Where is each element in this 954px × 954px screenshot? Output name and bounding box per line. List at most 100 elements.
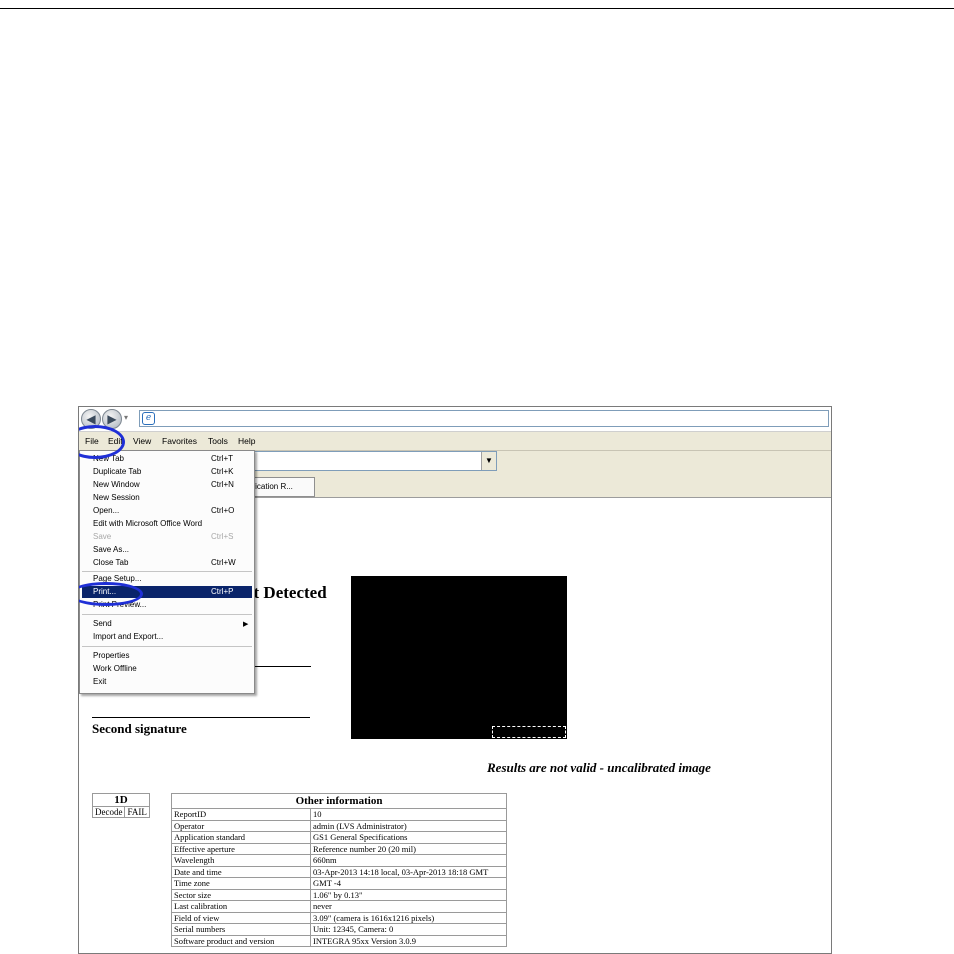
row-key: Software product and version <box>171 934 311 947</box>
barcode-image <box>351 576 567 739</box>
menu-item-close-tab[interactable]: Close Tab Ctrl+W <box>93 558 236 567</box>
decode-label: Decode <box>91 806 126 818</box>
table-row: Effective aperture Reference number 20 (2… <box>171 842 507 855</box>
table-1d: 1D Decode FAIL <box>91 793 150 818</box>
menu-item-open[interactable]: Open... Ctrl+O <box>93 506 234 515</box>
row-key: Field of view <box>171 911 311 924</box>
menu-item-duplicate-tab[interactable]: Duplicate Tab Ctrl+K <box>93 467 233 476</box>
back-arrow-icon: ◀ <box>86 412 96 426</box>
menu-item-properties[interactable]: Properties <box>93 651 129 660</box>
row-value: GMT -4 <box>310 877 507 890</box>
menu-separator <box>82 571 252 572</box>
menu-help[interactable]: Help <box>238 436 255 446</box>
menu-item-save-as[interactable]: Save As... <box>93 545 129 554</box>
row-key: Effective aperture <box>171 842 311 855</box>
table-1d-header: 1D <box>92 793 150 807</box>
row-value: INTEGRA 95xx Version 3.0.9 <box>310 934 507 947</box>
table-row: Operator admin (LVS Administrator) <box>171 819 507 832</box>
row-value: Reference number 20 (20 mil) <box>310 842 507 855</box>
table-row: ReportID 10 <box>171 808 507 821</box>
row-value: admin (LVS Administrator) <box>310 819 507 832</box>
menu-item-label: New Window <box>93 480 140 489</box>
file-menu-dropdown: New Tab Ctrl+T Duplicate Tab Ctrl+K New Wi… <box>79 450 255 694</box>
menu-item-import-export[interactable]: Import and Export... <box>93 632 163 641</box>
menu-item-label: Save As... <box>93 545 130 554</box>
menu-separator <box>82 646 252 647</box>
table-row: Software product and version INTEGRA 95xx… <box>171 934 507 947</box>
menu-item-label: Close Tab <box>93 558 129 567</box>
menu-item-label: Import and Export... <box>93 632 164 641</box>
table-row: Sector size 1.06" by 0.13" <box>171 888 507 901</box>
combo-dropdown-icon[interactable]: ▼ <box>481 452 496 470</box>
menu-item-new-session[interactable]: New Session <box>93 493 140 502</box>
menu-item-work-offline[interactable]: Work Offline <box>93 664 137 673</box>
menu-separator <box>82 614 252 615</box>
invalid-results-note: Results are not valid - uncalibrated ima… <box>487 760 711 775</box>
menu-tools[interactable]: Tools <box>208 436 228 446</box>
history-dropdown-icon[interactable]: ▾ <box>124 413 128 422</box>
row-value: Unit: 12345, Camera: 0 <box>310 923 507 936</box>
row-value: 660nm <box>310 854 507 867</box>
menu-item-shortcut: Ctrl+K <box>211 467 234 476</box>
row-key: Serial numbers <box>171 923 311 936</box>
menu-item-label: Save <box>93 532 112 541</box>
signature-line <box>247 666 311 667</box>
row-value: 1.06" by 0.13" <box>310 888 507 901</box>
menu-item-label: New Session <box>93 493 140 502</box>
row-key: Sector size <box>171 888 311 901</box>
menu-item-label: Edit with Microsoft Office Word <box>93 519 203 528</box>
row-key: Date and time <box>171 865 311 878</box>
row-value: 3.09" (camera is 1616x1216 pixels) <box>310 911 507 924</box>
menu-item-exit[interactable]: Exit <box>93 677 106 686</box>
table-row: Time zone GMT -4 <box>171 877 507 890</box>
menu-view[interactable]: View <box>133 436 151 446</box>
row-key: Operator <box>171 819 311 832</box>
second-signature-line <box>92 717 310 718</box>
menu-item-label: Exit <box>93 677 107 686</box>
menu-item-label: Work Offline <box>93 664 137 673</box>
menu-bar: File Edit View Favorites Tools Help <box>79 432 831 451</box>
table-row: Field of view 3.09" (camera is 1616x1216 … <box>171 911 507 924</box>
row-key: Last calibration <box>171 900 311 913</box>
menu-item-label: Send <box>93 619 112 628</box>
table-row: Date and time 03-Apr-2013 14:18 local, 03… <box>171 865 507 878</box>
menu-item-save: Save Ctrl+S <box>93 532 233 541</box>
menu-item-label: Duplicate Tab <box>93 467 142 476</box>
other-information-table: Other information ReportID 10 Operator adm… <box>171 793 507 947</box>
menu-item-shortcut: Ctrl+W <box>211 558 236 567</box>
row-value: 10 <box>310 808 507 821</box>
row-key: Time zone <box>171 877 311 890</box>
page-heading: ot Detected <box>245 583 327 602</box>
table-row: Last calibration never <box>171 900 507 913</box>
table-row: Wavelength 660nm <box>171 854 507 867</box>
address-bar[interactable]: e <box>139 410 829 427</box>
row-key: ReportID <box>171 808 311 821</box>
second-signature-label: Second signature <box>92 721 187 736</box>
menu-item-shortcut: Ctrl+S <box>211 532 234 541</box>
table-row: Application standard GS1 General Specific… <box>171 831 507 844</box>
menu-item-shortcut: Ctrl+O <box>211 506 235 515</box>
menu-item-new-window[interactable]: New Window Ctrl+N <box>93 480 234 489</box>
sector-outline <box>492 726 566 738</box>
row-value: 03-Apr-2013 14:18 local, 03-Apr-2013 18:… <box>310 865 507 878</box>
menu-item-shortcut: Ctrl+N <box>211 480 234 489</box>
navigation-bar: ◀ ▶ ▾ e <box>79 407 831 432</box>
ie-page-icon: e <box>142 412 155 425</box>
menu-item-send[interactable]: Send <box>93 619 112 628</box>
submenu-arrow-icon: ▶ <box>243 621 249 628</box>
row-value: GS1 General Specifications <box>310 831 507 844</box>
toolbar-combo-box[interactable]: ▼ <box>253 451 497 471</box>
top-rule <box>0 8 954 9</box>
decode-value: FAIL <box>124 806 150 818</box>
menu-favorites[interactable]: Favorites <box>162 436 197 446</box>
menu-item-label: Open... <box>93 506 120 515</box>
table-row: Serial numbers Unit: 12345, Camera: 0 <box>171 923 507 936</box>
browser-window: ◀ ▶ ▾ e File Edit View Favorites Tools H… <box>78 406 832 954</box>
menu-item-edit-with-word[interactable]: Edit with Microsoft Office Word <box>93 519 202 528</box>
forward-arrow-icon: ▶ <box>107 412 117 426</box>
row-value: never <box>310 900 507 913</box>
row-key: Application standard <box>171 831 311 844</box>
row-key: Wavelength <box>171 854 311 867</box>
other-information-header: Other information <box>171 793 507 809</box>
menu-item-shortcut: Ctrl+T <box>211 454 233 463</box>
